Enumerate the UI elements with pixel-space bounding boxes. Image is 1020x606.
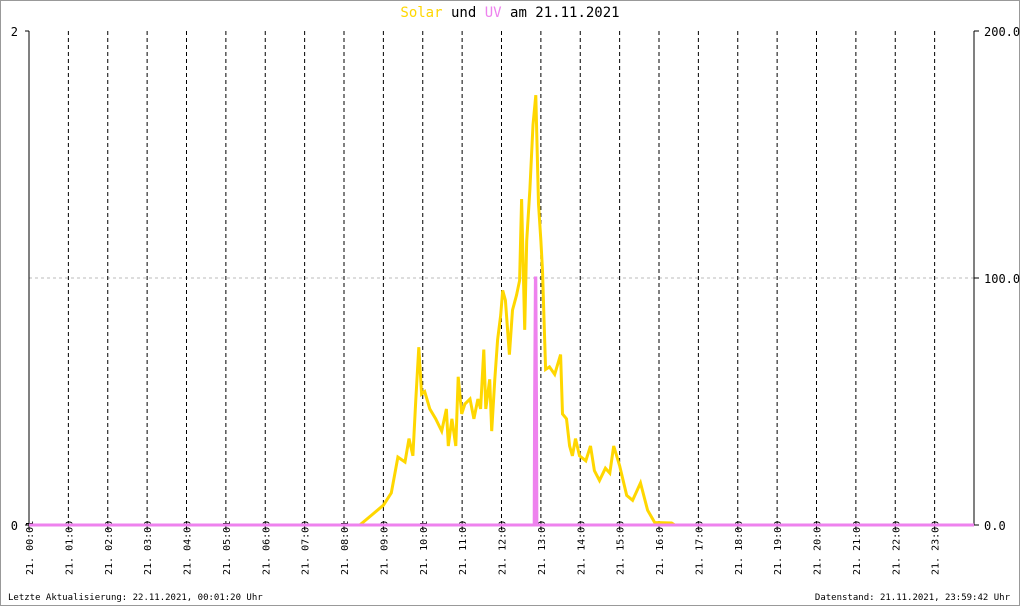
x-tick-label: 21. 05:01	[222, 521, 233, 575]
right-axis-label: 200.0	[984, 25, 1020, 39]
footer-data-status: Datenstand: 21.11.2021, 23:59:42 Uhr	[814, 593, 1010, 603]
x-tick-label: 21. 18:00	[734, 521, 745, 575]
x-tick-label: 21. 11:00	[458, 521, 469, 575]
chart-plot: 21. 00:01 21. 01:00 21. 02:00 21. 03:00 21. …	[11, 25, 1020, 575]
x-tick-label: 21. 22:00	[891, 521, 902, 575]
left-axis-label: 0	[11, 519, 18, 533]
x-tick-label: 21. 20:00	[813, 521, 824, 575]
right-axis-label: 100.0	[984, 272, 1020, 286]
left-axis-label: 2	[11, 25, 18, 39]
x-tick-label: 21. 19:00	[773, 521, 784, 575]
x-tick-label: 21. 09:00	[379, 521, 390, 575]
footer-last-update: Letzte Aktualisierung: 22.11.2021, 00:01…	[8, 593, 263, 603]
x-tick-label: 21. 16:00	[655, 521, 666, 575]
x-tick-label: 21. 08:01	[340, 521, 351, 575]
right-axis-label: 0.0	[984, 519, 1006, 533]
x-tick-label: 21. 21:00	[852, 521, 863, 575]
x-tick-label: 21. 02:00	[104, 521, 115, 575]
x-tick-label: 21. 23:00	[931, 521, 942, 575]
x-tick-label: 21. 03:00	[143, 521, 154, 575]
x-tick-label: 21. 01:00	[64, 521, 75, 575]
x-tick-label: 21. 04:00	[183, 521, 194, 575]
x-tick-label: 21. 13:00	[537, 521, 548, 575]
x-tick-label: 21. 00:01	[25, 521, 36, 575]
x-tick-label: 21. 15:00	[616, 521, 627, 575]
x-tick-label: 21. 14:00	[576, 521, 587, 575]
x-tick-label: 21. 12:00	[498, 521, 509, 575]
x-tick-label: 21. 17:00	[694, 521, 705, 575]
x-tick-label: 21. 07:00	[301, 521, 312, 575]
x-tick-label: 21. 10:01	[419, 521, 430, 575]
x-tick-label: 21. 06:00	[261, 521, 272, 575]
